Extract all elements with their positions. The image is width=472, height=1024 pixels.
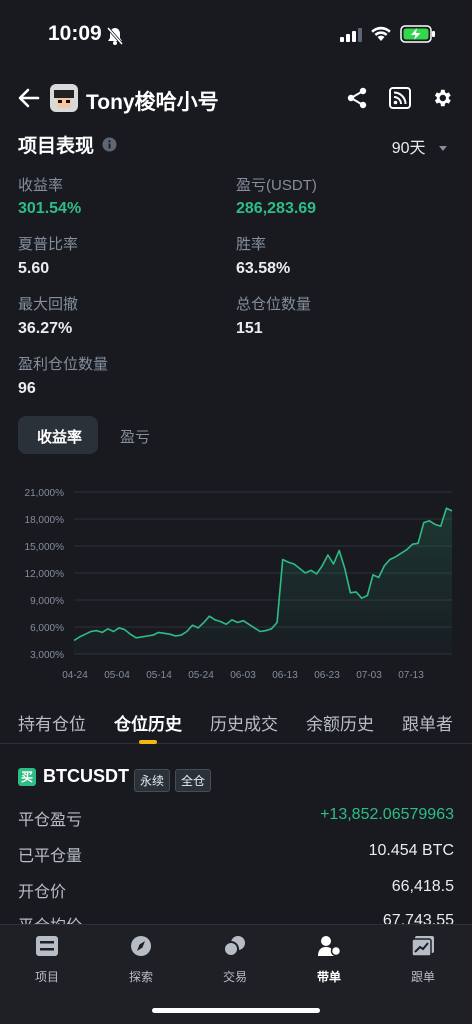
- tab-trade-history[interactable]: 历史成交: [210, 710, 278, 735]
- nav-item-trade[interactable]: 交易: [188, 935, 282, 985]
- chart-y-tick: 15,000%: [25, 542, 65, 553]
- chart-x-tick: 07-13: [398, 670, 424, 681]
- share-icon[interactable]: [346, 87, 368, 109]
- feed-icon[interactable]: [389, 87, 411, 109]
- battery-charging-icon: [400, 25, 435, 43]
- metric-value-roi: 301.54%: [18, 200, 82, 217]
- avatar: [50, 84, 78, 112]
- wifi-icon: [371, 26, 391, 41]
- position-tabs: 持有仓位 仓位历史 历史成交 余额历史 跟单者: [0, 700, 472, 744]
- metric-label-sharpe: 夏普比率: [18, 236, 79, 253]
- metric-label-max-drawdown: 最大回撤: [18, 296, 79, 313]
- chart-x-tick: 07-03: [356, 670, 382, 681]
- chart-y-tick: 18,000%: [25, 515, 65, 526]
- row-label-entry-price: 开仓价: [18, 884, 67, 901]
- nav-label-projects: 项目: [34, 970, 59, 984]
- metric-value-winrate: 63.58%: [236, 260, 291, 277]
- toggle-pnl[interactable]: 盈亏: [120, 426, 150, 447]
- trade-icon: [223, 936, 245, 957]
- tab-balance-history[interactable]: 余额历史: [306, 710, 374, 735]
- position-symbol: BTCUSDT: [43, 766, 129, 786]
- nav-label-copy: 跟单: [410, 970, 435, 984]
- nav-label-explore: 探索: [128, 970, 153, 984]
- top-app-bar: Tony梭哈小号: [0, 80, 472, 120]
- lead-trader-icon: [318, 936, 342, 957]
- back-arrow-icon[interactable]: [18, 88, 40, 108]
- list-icon: [36, 936, 58, 956]
- nav-item-lead[interactable]: 带单: [282, 935, 376, 985]
- metric-value-profitable-positions: 96: [18, 380, 36, 397]
- page-title: Tony梭哈小号: [86, 91, 219, 114]
- chart-x-tick: 05-14: [146, 670, 172, 681]
- chart-x-tick: 05-24: [188, 670, 214, 681]
- nav-item-copy[interactable]: 跟单: [376, 935, 470, 985]
- chart-y-tick: 21,000%: [25, 488, 65, 499]
- chart-x-tick: 06-03: [230, 670, 256, 681]
- active-tab-indicator: [139, 740, 157, 744]
- chart-y-tick: 9,000%: [30, 596, 64, 607]
- nav-label-lead: 带单: [316, 970, 341, 984]
- nav-item-projects[interactable]: 项目: [0, 935, 94, 985]
- caret-down-icon: [439, 145, 447, 151]
- period-selector-label: 90天: [391, 140, 426, 157]
- metric-value-sharpe: 5.60: [18, 260, 50, 277]
- compass-icon: [131, 936, 151, 956]
- info-icon[interactable]: [102, 137, 117, 152]
- roi-chart: 21,000% 18,000% 15,000% 12,000% 9,000% 6,000%…: [25, 488, 453, 681]
- tab-open-positions[interactable]: 持有仓位: [18, 710, 86, 735]
- metric-value-max-drawdown: 36.27%: [18, 320, 73, 337]
- side-badge: 买: [18, 768, 36, 786]
- home-indicator: [152, 1008, 320, 1013]
- signal-icon: [340, 28, 362, 42]
- metric-label-total-positions: 总仓位数量: [236, 296, 312, 313]
- chart-y-tick: 6,000%: [30, 623, 64, 634]
- row-label-realized-pnl: 平仓盈亏: [18, 812, 83, 829]
- metric-label-roi: 收益率: [18, 177, 64, 194]
- metric-label-winrate: 胜率: [236, 236, 267, 253]
- metric-label-profitable-positions: 盈利仓位数量: [18, 356, 109, 373]
- chart-x-tick: 05-04: [104, 670, 130, 681]
- status-time: 10:09: [48, 22, 102, 45]
- copy-chart-icon: [411, 936, 434, 957]
- section-title: 项目表现: [18, 136, 95, 157]
- metric-value-pnl: 286,283.69: [236, 200, 317, 217]
- tag-cross: 全仓: [175, 769, 212, 792]
- toggle-roi-label: 收益率: [37, 429, 83, 446]
- chart-x-tick: 04-24: [62, 670, 88, 681]
- metric-value-total-positions: 151: [236, 320, 263, 337]
- side-badge-label: 买: [20, 770, 33, 784]
- period-selector[interactable]: 90天: [392, 134, 448, 158]
- nav-label-trade: 交易: [222, 970, 247, 984]
- row-label-closed-qty: 已平仓量: [18, 848, 83, 865]
- tab-position-history[interactable]: 仓位历史: [114, 710, 182, 735]
- chart-x-tick: 06-13: [272, 670, 298, 681]
- row-value-entry-price: 66,418.5: [391, 878, 454, 895]
- gear-icon[interactable]: [431, 87, 453, 109]
- metric-label-pnl: 盈亏(USDT): [236, 177, 317, 194]
- chart-y-tick: 3,000%: [30, 650, 64, 661]
- nav-item-explore[interactable]: 探索: [94, 935, 188, 985]
- chart-y-tick: 12,000%: [25, 569, 65, 580]
- row-value-closed-qty: 10.454 BTC: [368, 842, 454, 859]
- chart-area-fill: [74, 508, 452, 654]
- toggle-roi[interactable]: 收益率: [18, 416, 98, 454]
- bell-muted-icon: [106, 27, 124, 45]
- tab-copiers[interactable]: 跟单者: [402, 710, 453, 735]
- status-bar: 10:09: [0, 0, 472, 72]
- row-value-realized-pnl: +13,852.06579963: [320, 806, 454, 823]
- tag-perpetual: 永续: [134, 769, 171, 792]
- chart-x-tick: 06-23: [314, 670, 340, 681]
